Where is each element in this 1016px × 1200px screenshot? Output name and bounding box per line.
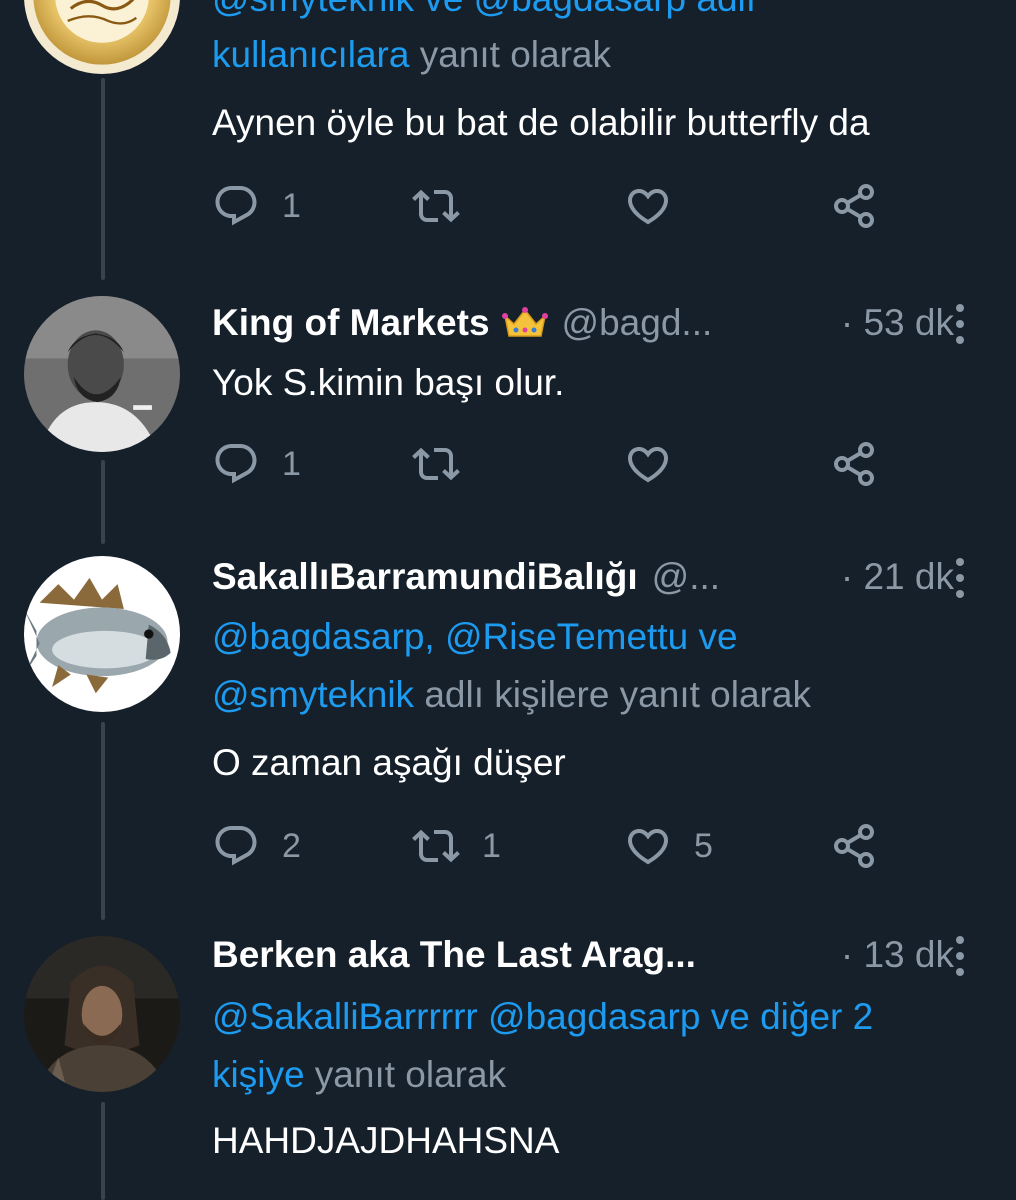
- thread-line: [101, 460, 105, 544]
- mention-link[interactable]: @SakalliBarrrrrr @bagdasarp ve diğer 2: [212, 996, 873, 1037]
- reply-icon: [215, 444, 257, 484]
- reply-context: @bagdasarp, @RiseTemettu ve: [212, 608, 986, 666]
- thread-line: [101, 722, 105, 920]
- tweet-header: SakallıBarramundiBalığı @... · 21 dk: [212, 552, 992, 602]
- thread-line: [101, 78, 105, 280]
- retweet-button[interactable]: [412, 176, 460, 236]
- avatar[interactable]: [24, 0, 180, 74]
- profile-photo-avatar-image: [24, 296, 180, 452]
- reply-context: kullanıcılara yanıt olarak: [212, 26, 986, 84]
- like-button[interactable]: 5: [624, 816, 713, 876]
- retweet-button[interactable]: 1: [412, 816, 501, 876]
- like-button[interactable]: [624, 434, 672, 494]
- mention-link[interactable]: @smyteknik: [212, 674, 414, 715]
- share-icon: [834, 184, 874, 228]
- tweet-actions: 1: [212, 176, 892, 236]
- character-avatar-image: [24, 936, 180, 1092]
- timestamp[interactable]: · 21 dk: [841, 556, 954, 598]
- timestamp[interactable]: · 53 dk: [841, 302, 954, 344]
- reply-button[interactable]: 2: [212, 816, 301, 876]
- display-name[interactable]: Berken aka The Last Arag...: [212, 934, 696, 976]
- reply-button[interactable]: 1: [212, 176, 301, 236]
- avatar[interactable]: [24, 556, 180, 712]
- crown-icon: [501, 306, 548, 340]
- user-handle[interactable]: @...: [652, 556, 720, 598]
- avatar[interactable]: [24, 936, 180, 1092]
- more-vertical-icon[interactable]: [954, 936, 966, 976]
- mention-link[interactable]: @smyteknik ve @bagdasarp adlı: [212, 0, 756, 19]
- share-button[interactable]: [830, 176, 878, 236]
- mention-link[interactable]: kullanıcılara: [212, 34, 409, 75]
- reply-icon: [215, 186, 257, 226]
- share-button[interactable]: [830, 816, 878, 876]
- avatar[interactable]: [24, 296, 180, 452]
- retweet-icon: [412, 189, 460, 223]
- tweet-header: Berken aka The Last Arag... · 13 dk: [212, 930, 992, 980]
- timestamp[interactable]: · 13 dk: [841, 934, 954, 976]
- tweet-actions: 1: [212, 434, 892, 494]
- reply-context: @SakalliBarrrrrr @bagdasarp ve diğer 2: [212, 988, 986, 1046]
- one-ring-avatar-image: [24, 0, 180, 74]
- fish-avatar-image: [24, 556, 180, 712]
- retweet-button[interactable]: [412, 434, 460, 494]
- tweet-actions: 2 1 5: [212, 816, 892, 876]
- tweet-text: Yok S.kimin başı olur.: [212, 362, 565, 403]
- heart-icon: [627, 829, 669, 865]
- heart-icon: [627, 189, 669, 225]
- reply-count: 2: [282, 826, 301, 865]
- thread-line: [101, 1102, 105, 1200]
- more-vertical-icon[interactable]: [954, 304, 966, 344]
- reply-context-suffix: yanıt olarak: [304, 1054, 507, 1095]
- reply-count: 1: [282, 186, 301, 225]
- share-button[interactable]: [830, 434, 878, 494]
- reply-count: 1: [282, 444, 301, 483]
- share-icon: [834, 824, 874, 868]
- share-icon: [834, 442, 874, 486]
- reply-context: kişiye yanıt olarak: [212, 1046, 986, 1104]
- display-name[interactable]: King of Markets: [212, 302, 490, 344]
- reply-context-suffix: adlı kişilere yanıt olarak: [414, 674, 811, 715]
- tweet-text: Aynen öyle bu bat de olabilir butterfly …: [212, 102, 870, 143]
- display-name[interactable]: SakallıBarramundiBalığı: [212, 556, 638, 598]
- retweet-icon: [412, 447, 460, 481]
- reply-icon: [215, 826, 257, 866]
- tweet-text: HAHDJAJDHAHSNA: [212, 1120, 560, 1161]
- reply-context: @smyteknik adlı kişilere yanıt olarak: [212, 666, 986, 724]
- tweet-text: O zaman aşağı düşer: [212, 742, 566, 783]
- more-vertical-icon[interactable]: [954, 558, 966, 598]
- reply-context: @smyteknik ve @bagdasarp adlı: [212, 0, 986, 28]
- mention-link[interactable]: kişiye: [212, 1054, 305, 1095]
- like-button[interactable]: [624, 176, 672, 236]
- user-handle[interactable]: @bagd...: [562, 302, 713, 344]
- heart-icon: [627, 447, 669, 483]
- tweet-header: King of Markets @bagd... · 53 dk: [212, 298, 992, 348]
- retweet-count: 1: [482, 826, 501, 865]
- reply-button[interactable]: 1: [212, 434, 301, 494]
- reply-context-suffix: yanıt olarak: [409, 34, 611, 75]
- mention-link[interactable]: @bagdasarp, @RiseTemettu ve: [212, 616, 738, 657]
- like-count: 5: [694, 826, 713, 865]
- retweet-icon: [412, 829, 460, 863]
